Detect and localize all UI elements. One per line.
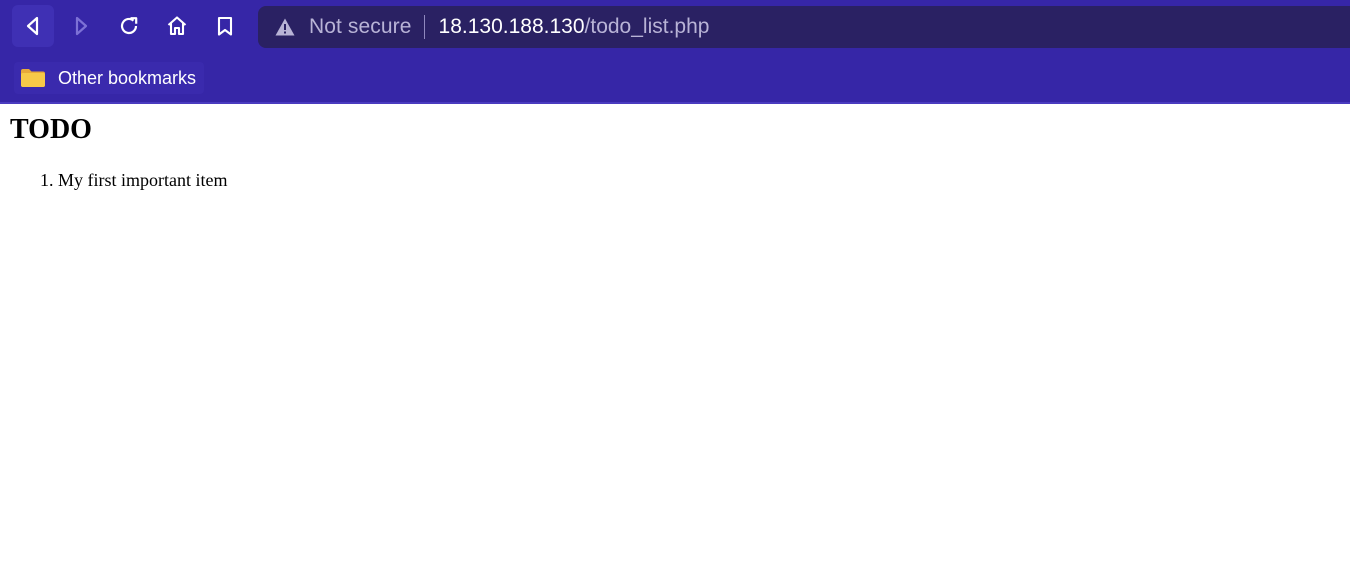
todo-list: My first important item <box>0 168 227 192</box>
url-path: /todo_list.php <box>584 15 710 38</box>
browser-toolbar: Not secure 18.130.188.130 /todo_list.php <box>0 0 1350 54</box>
bookmark-label: Other bookmarks <box>58 67 197 88</box>
bookmark-folder-other[interactable]: Other bookmarks <box>14 62 205 94</box>
back-button[interactable] <box>12 5 54 47</box>
list-item: My first important item <box>58 168 227 192</box>
forward-button[interactable] <box>60 5 102 47</box>
bookmark-page-button[interactable] <box>204 5 246 47</box>
address-divider <box>423 15 425 39</box>
url-host: 18.130.188.130 <box>438 15 585 38</box>
browser-chrome: Not secure 18.130.188.130 /todo_list.php… <box>0 0 1350 104</box>
bookmarks-bar: Other bookmarks <box>0 54 1350 102</box>
page-title: TODO <box>10 114 92 145</box>
forward-arrow-icon <box>75 16 88 36</box>
home-button[interactable] <box>156 5 198 47</box>
back-arrow-icon <box>26 16 39 36</box>
reload-button[interactable] <box>108 5 150 47</box>
security-status[interactable]: Not secure <box>309 15 412 39</box>
bookmark-icon <box>217 16 233 36</box>
folder-icon <box>21 69 45 87</box>
page-content: TODO My first important item <box>0 104 1350 567</box>
address-bar[interactable]: Not secure 18.130.188.130 /todo_list.php <box>258 6 1350 48</box>
home-icon <box>167 16 187 36</box>
warning-triangle-icon[interactable] <box>274 16 296 38</box>
reload-icon <box>120 17 138 35</box>
